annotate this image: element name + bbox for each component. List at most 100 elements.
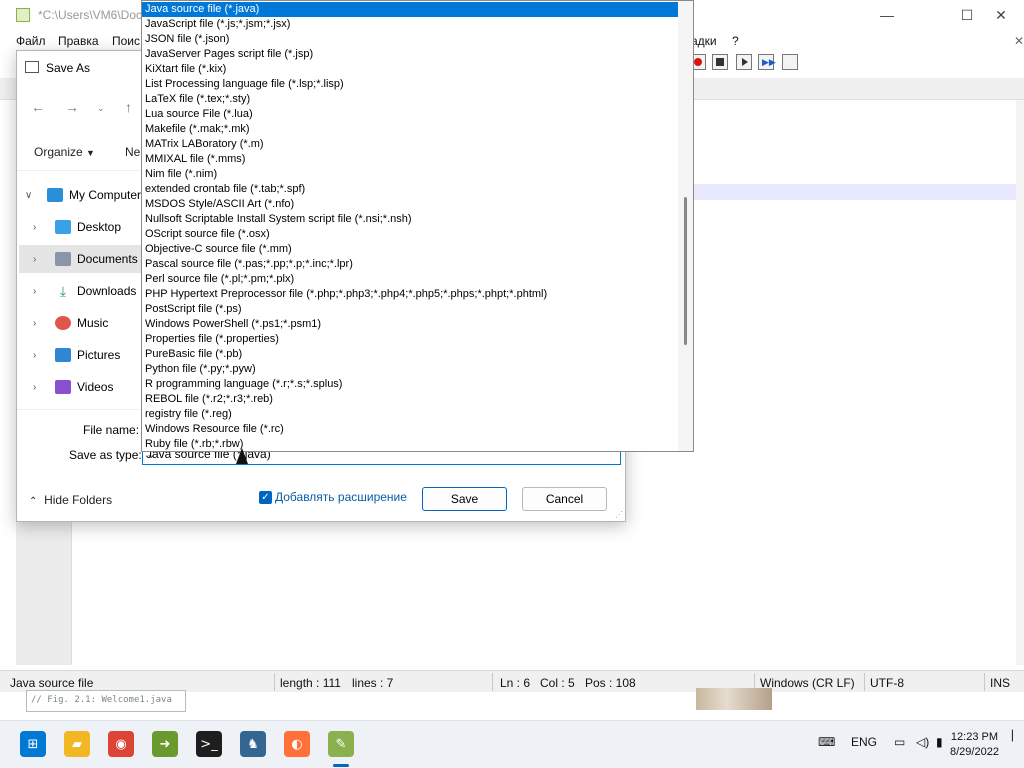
keyboard-icon[interactable]: ⌨ (818, 735, 835, 749)
taskbar-file-explorer-icon[interactable]: ▰ (64, 731, 90, 757)
dropdown-scrollbar[interactable] (678, 1, 693, 451)
forward-arrow-icon[interactable]: → (65, 99, 79, 115)
menu-edit[interactable]: Правка (58, 34, 99, 48)
dropdown-option[interactable]: MATrix LABoratory (*.m) (142, 137, 678, 152)
close-icon[interactable]: ✕ (978, 0, 1024, 30)
tree-item-desktop[interactable]: › Desktop (19, 213, 142, 241)
dropdown-option[interactable]: extended crontab file (*.tab;*.spf) (142, 182, 678, 197)
navigation-pane: ∨ My Computer › Desktop › Documents › ⤓ … (17, 175, 142, 405)
chevron-right-icon[interactable]: › (33, 382, 49, 393)
documents-icon (55, 252, 71, 266)
input-language[interactable]: ENG (851, 735, 877, 749)
dropdown-option[interactable]: OScript source file (*.osx) (142, 227, 678, 242)
chevron-right-icon[interactable]: › (33, 286, 49, 297)
dropdown-option[interactable]: List Processing language file (*.lsp;*.l… (142, 77, 678, 92)
dropdown-option[interactable]: Makefile (*.mak;*.mk) (142, 122, 678, 137)
tree-item-my-computer[interactable]: ∨ My Computer (19, 181, 142, 209)
taskbar-postgres-icon[interactable]: ♞ (240, 731, 266, 757)
tree-item-pictures[interactable]: › Pictures (19, 341, 142, 369)
dropdown-option[interactable]: MMIXAL file (*.mms) (142, 152, 678, 167)
status-insert-mode: INS (990, 676, 1011, 690)
dropdown-option[interactable]: Windows PowerShell (*.ps1;*.psm1) (142, 317, 678, 332)
dropdown-option[interactable]: Ruby file (*.rb;*.rbw) (142, 437, 678, 451)
editor-scrollbar[interactable] (1016, 100, 1024, 665)
dropdown-option[interactable]: Properties file (*.properties) (142, 332, 678, 347)
dropdown-option[interactable]: JSON file (*.json) (142, 32, 678, 47)
macro-play-multiple-icon[interactable]: ▶▶ (758, 54, 776, 70)
dropdown-option[interactable]: Python file (*.py;*.pyw) (142, 362, 678, 377)
chevron-right-icon[interactable]: › (33, 222, 49, 233)
organize-button[interactable]: Organize ▼ (34, 145, 95, 159)
taskbar-app-green-arrow-icon[interactable]: ➜ (152, 731, 178, 757)
dropdown-option[interactable]: KiXtart file (*.kix) (142, 62, 678, 77)
cancel-button[interactable]: Cancel (522, 487, 607, 511)
taskbar-start-icon[interactable]: ⊞ (20, 731, 46, 757)
tree-item-label: Music (77, 316, 109, 330)
chevron-down-icon[interactable]: ∨ (25, 190, 41, 201)
menu-file[interactable]: Файл (16, 34, 46, 48)
image-thumbnail (696, 688, 772, 710)
tree-item-music[interactable]: › Music (19, 309, 142, 337)
dropdown-option[interactable]: registry file (*.reg) (142, 407, 678, 422)
chevron-right-icon[interactable]: › (33, 318, 49, 329)
macro-stop-icon[interactable] (712, 54, 728, 70)
tree-item-documents[interactable]: › Documents (19, 245, 142, 273)
tree-item-downloads[interactable]: › ⤓ Downloads (19, 277, 142, 305)
dropdown-option[interactable]: PHP Hypertext Preprocessor file (*.php;*… (142, 287, 678, 302)
dialog-title: Save As (46, 61, 91, 75)
dropdown-option[interactable]: Java source file (*.java) (142, 2, 678, 17)
menu-search[interactable]: Поис (112, 34, 140, 48)
volume-icon[interactable]: ◁) (916, 735, 929, 749)
chevron-right-icon[interactable]: › (33, 350, 49, 361)
dropdown-option[interactable]: JavaScript file (*.js;*.jsm;*.jsx) (142, 17, 678, 32)
add-extension-checkbox[interactable]: ✓ (259, 491, 272, 504)
taskbar-notepad-plus-plus-icon[interactable]: ✎ (328, 731, 354, 757)
dropdown-option[interactable]: JavaServer Pages script file (*.jsp) (142, 47, 678, 62)
dropdown-option[interactable]: MSDOS Style/ASCII Art (*.nfo) (142, 197, 678, 212)
dropdown-option[interactable]: R programming language (*.r;*.s;*.splus) (142, 377, 678, 392)
status-encoding: UTF-8 (870, 676, 904, 690)
network-icon[interactable]: ▭ (894, 735, 905, 749)
system-clock[interactable]: 12:23 PM 8/29/2022 (950, 730, 999, 760)
up-arrow-icon[interactable]: ↑ (125, 99, 132, 115)
save-button[interactable]: Save (422, 487, 507, 511)
back-arrow-icon[interactable]: ← (31, 99, 45, 115)
dropdown-option[interactable]: REBOL file (*.r2;*.r3;*.reb) (142, 392, 678, 407)
menu-help[interactable]: ? (732, 34, 739, 48)
dropdown-option[interactable]: Objective-C source file (*.mm) (142, 242, 678, 257)
taskbar-terminal-icon[interactable]: >_ (196, 731, 222, 757)
new-folder-button[interactable]: Ne (125, 145, 140, 159)
taskbar-chrome-icon[interactable]: ◉ (108, 731, 134, 757)
menu-settings[interactable]: адки (691, 34, 717, 48)
notification-icon[interactable]: ▏ (1012, 731, 1020, 742)
dropdown-option[interactable]: Nullsoft Scriptable Install System scrip… (142, 212, 678, 227)
menu-close-doc-icon[interactable]: ✕ (1014, 34, 1024, 48)
battery-icon[interactable]: ▮ (936, 735, 943, 749)
chevron-right-icon[interactable]: › (33, 254, 49, 265)
macro-play-icon[interactable] (736, 54, 752, 70)
mouse-cursor-icon (236, 448, 248, 464)
tree-item-videos[interactable]: › Videos (19, 373, 142, 401)
dropdown-option[interactable]: PureBasic file (*.pb) (142, 347, 678, 362)
organize-label: Organize (34, 145, 83, 159)
dropdown-option[interactable]: Nim file (*.nim) (142, 167, 678, 182)
macro-save-icon[interactable] (782, 54, 798, 70)
dropdown-option[interactable]: Perl source file (*.pl;*.pm;*.plx) (142, 272, 678, 287)
dropdown-option[interactable]: Pascal source file (*.pas;*.pp;*.p;*.inc… (142, 257, 678, 272)
dropdown-option[interactable]: PostScript file (*.ps) (142, 302, 678, 317)
computer-icon (47, 188, 63, 202)
taskbar-firefox-icon[interactable]: ◐ (284, 731, 310, 757)
clock-time: 12:23 PM (950, 731, 999, 743)
status-filetype: Java source file (10, 676, 94, 690)
add-extension-label[interactable]: Добавлять расширение (275, 490, 407, 504)
dropdown-option[interactable]: LaTeX file (*.tex;*.sty) (142, 92, 678, 107)
minimize-icon[interactable]: — (864, 0, 910, 30)
hide-folders-button[interactable]: ⌃ Hide Folders (29, 493, 112, 507)
checkmark-icon: ✓ (261, 492, 270, 503)
dropdown-option[interactable]: Windows Resource file (*.rc) (142, 422, 678, 437)
notepad-app-icon (16, 8, 30, 22)
recent-locations-chevron-icon[interactable]: ⌄ (97, 103, 105, 114)
dropdown-scrollbar-thumb[interactable] (684, 197, 687, 345)
resize-grip-icon[interactable]: ⋰ (615, 510, 623, 519)
dropdown-option[interactable]: Lua source File (*.lua) (142, 107, 678, 122)
